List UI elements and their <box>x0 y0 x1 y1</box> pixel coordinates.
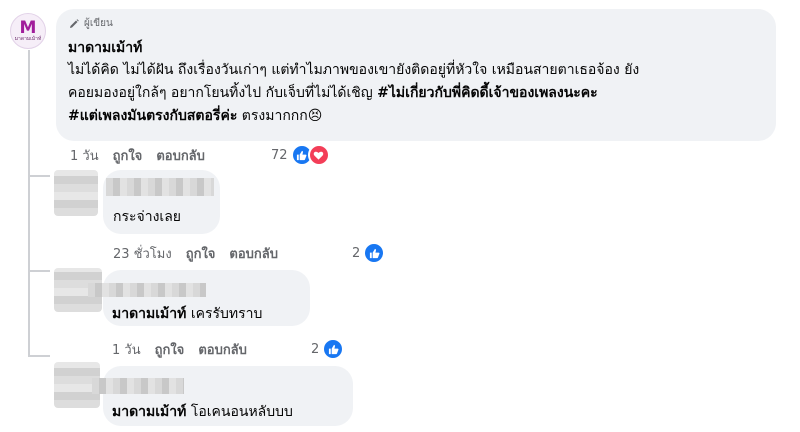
reply-text: เครรับทราบ <box>186 306 263 322</box>
reply-meta: 1 วัน ถูกใจ ตอบกลับ <box>112 339 261 360</box>
reply-time[interactable]: 1 วัน <box>112 339 141 360</box>
comment-time[interactable]: 1 วัน <box>70 145 99 166</box>
comment-text-line2: คอยมองอยู่ใกล้ๆ อยากโยนทิ้งไป กับเจ็บที่… <box>68 82 598 104</box>
page-logo-icon: M <box>19 18 37 38</box>
reaction-count: 2 <box>352 245 361 261</box>
author-badge: ผู้เขียน <box>68 16 113 31</box>
comment-text-line1: ไม่ได้คิด ไม่ได้ฝัน ถึงเรื่องวันเก่าๆ แต… <box>68 62 640 78</box>
reaction-count: 72 <box>271 147 288 163</box>
reply-content: มาดามเม้าท์ เครรับทราบ <box>112 303 262 325</box>
like-button[interactable]: ถูกใจ <box>186 243 216 264</box>
pencil-icon <box>70 18 79 28</box>
blurred-author-name <box>106 178 214 196</box>
thread-branch <box>28 270 50 272</box>
page-avatar[interactable]: M มาดามเม้าท์ <box>10 13 46 49</box>
page-avatar-label: มาดามเม้าท์ <box>14 36 42 42</box>
like-reaction-icon <box>322 338 345 360</box>
hashtag-link[interactable]: #ไม่เกี่ยวกับพี่คิดดี้เจ้าของเพลงนะคะ <box>377 85 598 101</box>
tagged-author-link[interactable]: มาดามเม้าท์ <box>112 404 186 420</box>
like-button[interactable]: ถูกใจ <box>113 145 143 166</box>
comment-text: ตรงมากกก <box>237 108 308 124</box>
persevere-emoji-icon: 😣 <box>307 108 323 124</box>
reply-time[interactable]: 23 ชั่วโมง <box>113 243 172 264</box>
reaction-summary[interactable]: 2 <box>352 242 386 264</box>
avatar[interactable] <box>54 170 98 216</box>
thread-branch <box>28 355 50 357</box>
thread-line <box>28 50 30 355</box>
reply-content: มาดามเม้าท์ โอเคนอนหลับบบ <box>112 401 293 423</box>
reaction-summary[interactable]: 2 <box>311 338 345 360</box>
reaction-summary[interactable]: 72 <box>271 144 330 166</box>
author-badge-label: ผู้เขียน <box>84 18 113 29</box>
reply-button[interactable]: ตอบกลับ <box>229 243 278 264</box>
reply-text: กระจ่างเลย <box>113 209 181 225</box>
comment-text-line3: #แต่เพลงมันตรงกับสตอรี่ค่ะ ตรงมากกก😣 <box>68 105 322 127</box>
like-reaction-icon <box>363 242 386 264</box>
blurred-author-name <box>88 283 206 297</box>
reply-button[interactable]: ตอบกลับ <box>156 145 205 166</box>
comment-text: คอยมองอยู่ใกล้ๆ อยากโยนทิ้งไป กับเจ็บที่… <box>68 85 378 101</box>
blurred-author-name <box>92 378 184 394</box>
reply-button[interactable]: ตอบกลับ <box>198 339 247 360</box>
reply-meta: 23 ชั่วโมง ถูกใจ ตอบกลับ <box>113 243 292 264</box>
hashtag-link[interactable]: #แต่เพลงมันตรงกับสตอรี่ค่ะ <box>68 108 237 124</box>
love-reaction-icon <box>307 144 330 166</box>
reply-text: โอเคนอนหลับบบ <box>186 404 293 420</box>
comment-meta: 1 วัน ถูกใจ ตอบกลับ <box>70 145 219 166</box>
like-button[interactable]: ถูกใจ <box>155 339 185 360</box>
comment-author[interactable]: มาดามเม้าท์ <box>68 37 142 59</box>
tagged-author-link[interactable]: มาดามเม้าท์ <box>112 306 186 322</box>
thread-branch <box>28 175 50 177</box>
reaction-count: 2 <box>311 341 320 357</box>
